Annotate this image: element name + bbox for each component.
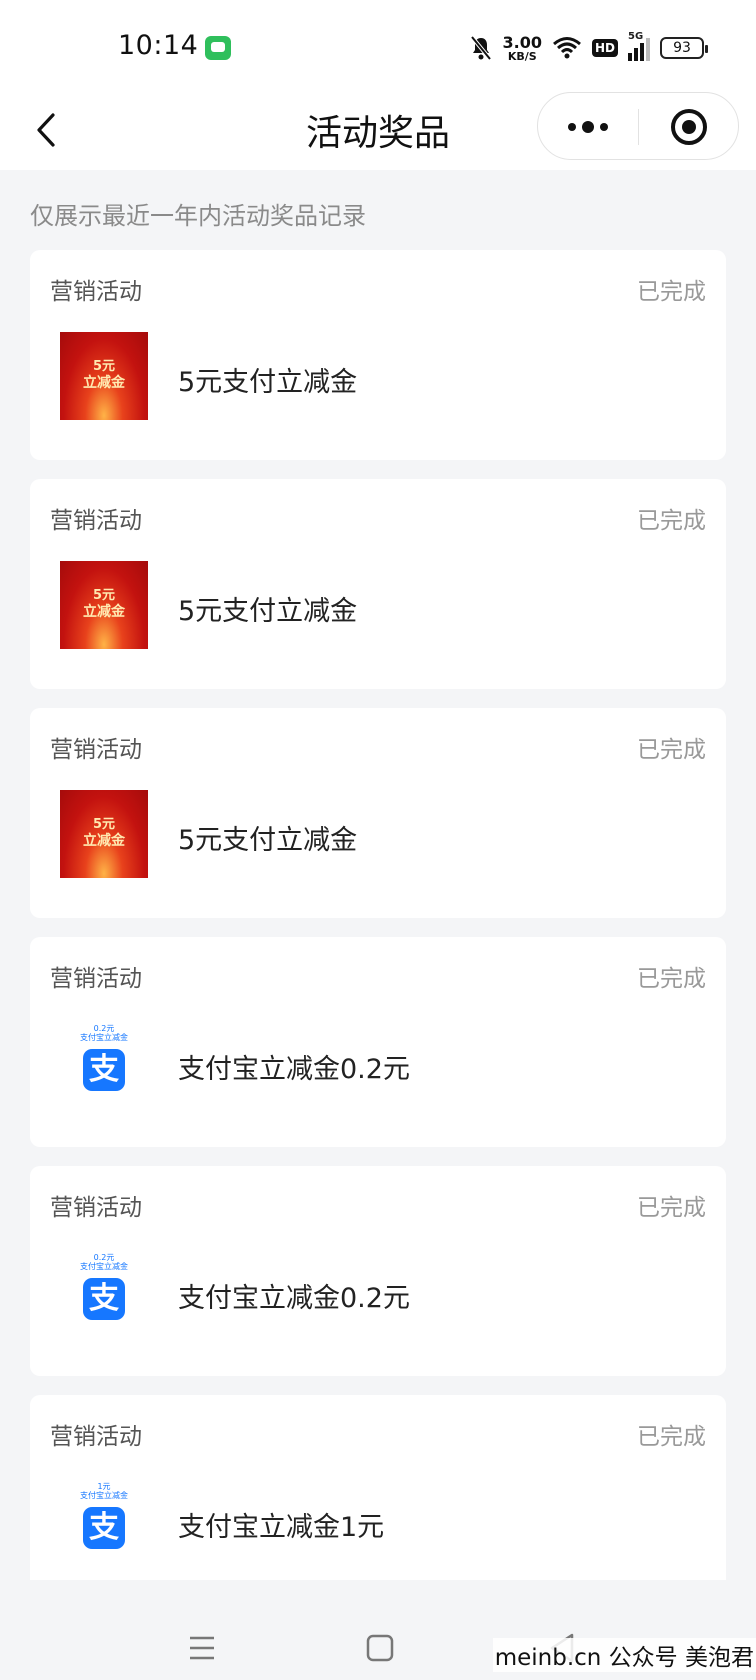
- prize-category: 营销活动: [50, 1195, 142, 1221]
- alipay-coupon-thumbnail: 0.2元 支付宝立减金 支: [60, 1019, 148, 1107]
- system-nav-bar: meinb.cn 公众号 美泡君: [0, 1580, 756, 1680]
- prize-status: 已完成: [637, 1424, 706, 1450]
- prize-card[interactable]: 营销活动 已完成 5元 立减金 5元支付立减金: [30, 479, 726, 689]
- prize-name: 支付宝立减金0.2元: [178, 1283, 410, 1314]
- battery-indicator: 93: [660, 37, 708, 59]
- prize-status: 已完成: [637, 279, 706, 305]
- prize-status: 已完成: [637, 508, 706, 534]
- prize-status: 已完成: [637, 1195, 706, 1221]
- network-speed: 3.00 KB/S: [502, 32, 542, 63]
- coupon-thumbnail: 5元 立减金: [60, 561, 148, 649]
- more-button[interactable]: [538, 93, 638, 161]
- close-mini-program-button[interactable]: [639, 93, 739, 161]
- prize-name: 支付宝立减金1元: [178, 1512, 385, 1543]
- prize-category: 营销活动: [50, 279, 142, 305]
- watermark-text: meinb.cn 公众号 美泡君: [492, 1638, 756, 1672]
- status-icons: 3.00 KB/S HD 5G 93: [469, 30, 708, 66]
- prize-status: 已完成: [637, 737, 706, 763]
- alipay-coupon-thumbnail: 0.2元 支付宝立减金 支: [60, 1248, 148, 1336]
- alipay-coupon-thumbnail: 1元 支付宝立减金 支: [60, 1477, 148, 1565]
- prize-card[interactable]: 营销活动 已完成 5元 立减金 5元支付立减金: [30, 708, 726, 918]
- prize-status: 已完成: [637, 966, 706, 992]
- more-dots-icon: [568, 121, 608, 133]
- message-notification-icon: [205, 36, 231, 60]
- wifi-icon: [553, 37, 581, 59]
- coupon-thumbnail: 5元 立减金: [60, 790, 148, 878]
- home-square-icon[interactable]: [362, 1630, 398, 1666]
- prize-name: 支付宝立减金0.2元: [178, 1054, 410, 1085]
- alipay-logo-icon: 支: [83, 1277, 125, 1320]
- alipay-logo-icon: 支: [83, 1048, 125, 1091]
- hd-badge: HD: [591, 39, 618, 57]
- prize-card[interactable]: 营销活动 已完成 0.2元 支付宝立减金 支 支付宝立减金0.2元: [30, 937, 726, 1147]
- status-time: 10:14: [118, 30, 199, 61]
- alipay-logo-icon: 支: [83, 1506, 125, 1549]
- prize-category: 营销活动: [50, 1424, 142, 1450]
- prize-category: 营销活动: [50, 508, 142, 534]
- target-close-icon: [671, 109, 707, 145]
- prize-card[interactable]: 营销活动 已完成 1元 支付宝立减金 支 支付宝立减金1元: [30, 1395, 726, 1580]
- records-hint: 仅展示最近一年内活动奖品记录: [30, 202, 366, 230]
- menu-icon[interactable]: [184, 1630, 220, 1666]
- prize-name: 5元支付立减金: [178, 367, 358, 398]
- prize-name: 5元支付立减金: [178, 825, 358, 856]
- cell-signal-icon: 5G: [628, 31, 650, 61]
- prize-card[interactable]: 营销活动 已完成 5元 立减金 5元支付立减金: [30, 250, 726, 460]
- prize-category: 营销活动: [50, 737, 142, 763]
- status-bar: 10:14 3.00 KB/S HD 5G 93: [0, 0, 756, 90]
- mute-bell-icon: [469, 35, 492, 61]
- prize-card[interactable]: 营销活动 已完成 0.2元 支付宝立减金 支 支付宝立减金0.2元: [30, 1166, 726, 1376]
- mini-program-capsule: [537, 92, 739, 160]
- prize-category: 营销活动: [50, 966, 142, 992]
- nav-bar: 活动奖品: [0, 90, 756, 170]
- prize-name: 5元支付立减金: [178, 596, 358, 627]
- coupon-thumbnail: 5元 立减金: [60, 332, 148, 420]
